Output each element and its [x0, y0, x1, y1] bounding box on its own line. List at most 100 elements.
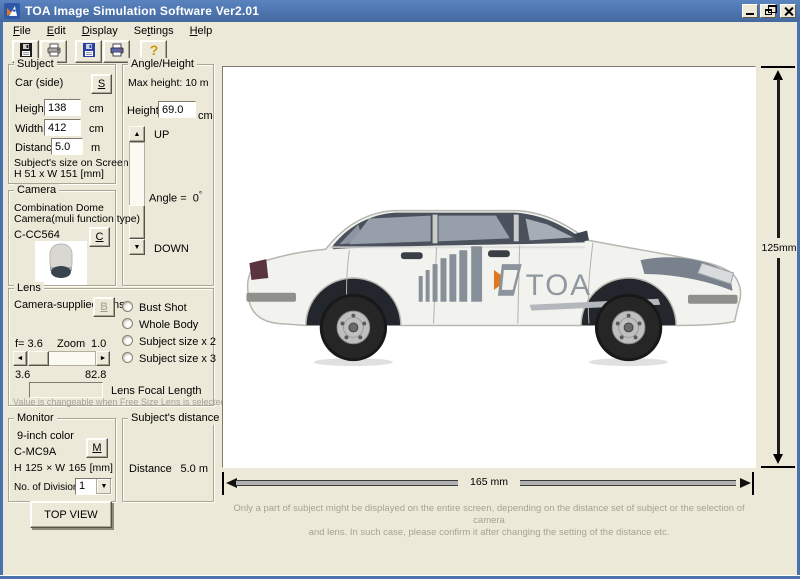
menu-help[interactable]: Help — [182, 23, 221, 40]
window-title: TOA Image Simulation Software Ver2.01 — [25, 4, 740, 18]
menu-file-key: F — [13, 25, 20, 37]
radio-bust-shot[interactable] — [122, 301, 133, 312]
dropdown-arrow-icon: ▼ — [101, 483, 108, 490]
monitor-select-button[interactable]: M — [86, 438, 108, 458]
angle-height-legend: Angle/Height — [128, 58, 197, 71]
angle-readout: Angle = 0° — [149, 189, 202, 205]
menu-settings-pre: Se — [134, 25, 147, 37]
subject-select-button[interactable]: S — [91, 74, 112, 94]
zoom-range-max: 82.8 — [85, 369, 106, 381]
focal-f-label: f= 3.6 — [15, 338, 43, 350]
width-dim-right-arrow-icon — [740, 478, 751, 488]
zoom-range-min: 3.6 — [15, 369, 30, 381]
minimize-icon — [746, 13, 754, 15]
camera-select-label: C — [96, 231, 104, 243]
monitor-size-w-label: × W — [46, 462, 65, 474]
subject-select-label: S — [98, 78, 105, 90]
camera-height-input[interactable] — [158, 101, 196, 118]
scroll-left-button[interactable]: ◄ — [13, 351, 27, 366]
subject-width-input[interactable] — [44, 119, 81, 136]
angle-height-panel: Angle/Height Max height: 10 m Height cm … — [122, 64, 214, 286]
subject-distance-input[interactable] — [51, 138, 83, 155]
radio-subject-x3[interactable] — [122, 352, 133, 363]
monitor-select-label: M — [92, 442, 101, 454]
scroll-right-button[interactable]: ► — [96, 351, 110, 366]
app-window: { "window": { "title": "TOA Image Simula… — [0, 0, 800, 579]
lens-select-button[interactable]: B — [93, 297, 115, 317]
subject-panel: Subject Car (side) S Height cm Width cm … — [8, 64, 116, 184]
subject-height-input[interactable] — [44, 99, 81, 116]
radio-bust-shot-label[interactable]: Bust Shot — [139, 302, 187, 314]
toolbar-print-color-button[interactable] — [103, 40, 130, 63]
menu-file[interactable]: File — [5, 23, 39, 40]
camera-desc-line2: Camera(muli function type) — [14, 213, 140, 225]
monitor-size-h-value: 125 — [25, 462, 43, 474]
monitor-panel: Monitor 9-inch color C-MC9A M H 125 × W … — [8, 418, 116, 502]
divisions-value[interactable]: 1 — [76, 479, 96, 494]
monitor-size-unit: [mm] — [90, 462, 113, 474]
monitor-size-h-label: H — [14, 462, 22, 474]
dome-camera-image — [35, 241, 87, 285]
radio-subject-x2-label[interactable]: Subject size x 2 — [139, 336, 216, 348]
menu-edit[interactable]: Edit — [39, 23, 74, 40]
toolbar-save-color-button[interactable] — [75, 40, 102, 63]
restore-button[interactable] — [760, 4, 776, 18]
top-view-label: TOP VIEW — [44, 509, 97, 521]
menu-edit-key: E — [47, 25, 54, 37]
angle-degree-symbol: ° — [199, 190, 202, 199]
lens-panel: Lens Camera-supplied Lens B Bust Shot Wh… — [8, 288, 214, 406]
zoom-scroll-thumb[interactable] — [28, 351, 49, 366]
title-bar: TOA Image Simulation Software Ver2.01 — [0, 0, 800, 22]
save-color-icon — [81, 42, 97, 61]
app-logo-icon — [4, 3, 20, 19]
print-color-icon — [109, 42, 125, 61]
height-dim-down-arrow-icon — [773, 454, 783, 464]
monitor-type: 9-inch color — [17, 430, 74, 442]
menu-display-post: isplay — [90, 25, 118, 37]
scroll-down-button[interactable]: ▼ — [129, 239, 145, 255]
footer-line1: Only a part of subject might be displaye… — [222, 503, 756, 527]
width-dim-label: 165 mm — [460, 476, 518, 488]
footer-line2: and lens. In such case, please confirm i… — [222, 527, 756, 539]
window-border-left — [0, 22, 3, 575]
camera-select-button[interactable]: C — [89, 227, 110, 247]
monitor-size-row: H 125 × W 165 [mm] — [14, 462, 113, 474]
zoom-value: 1.0 — [91, 338, 106, 350]
subject-size-note2: H 51 x W 151 [mm] — [14, 168, 104, 180]
radio-whole-body-label[interactable]: Whole Body — [139, 319, 198, 331]
right-arrow-icon: ► — [100, 355, 107, 362]
footer-note: Only a part of subject might be displaye… — [222, 503, 756, 539]
restore-icon — [765, 9, 772, 15]
monitor-model: C-MC9A — [14, 446, 56, 458]
lens-legend: Lens — [14, 282, 44, 295]
subject-width-unit: cm — [89, 123, 104, 135]
height-scrollbar[interactable]: ▲ ▼ — [129, 126, 145, 256]
svg-text:TOA: TOA — [526, 269, 592, 302]
radio-subject-x3-label[interactable]: Subject size x 3 — [139, 353, 216, 365]
zoom-scrollbar[interactable]: ◄ ► — [13, 351, 110, 366]
menu-help-key: H — [190, 25, 198, 37]
subject-legend: Subject — [14, 58, 57, 71]
width-dimension: 165 mm — [222, 472, 756, 496]
menu-settings[interactable]: Settings — [126, 23, 182, 40]
subject-height-label: Height — [15, 103, 47, 115]
top-view-button[interactable]: TOP VIEW — [30, 501, 112, 528]
subject-distance-legend: Subject's distance — [128, 412, 222, 425]
menu-edit-post: dit — [54, 25, 66, 37]
display-area: TOA — [222, 66, 756, 468]
close-button[interactable] — [780, 4, 796, 18]
angle-label: Angle = — [149, 193, 187, 205]
height-dim-line-top — [777, 79, 780, 238]
menu-display[interactable]: Display — [74, 23, 126, 40]
camera-panel: Camera Combination Dome Camera(muli func… — [8, 190, 116, 286]
lens-select-label: B — [100, 301, 107, 313]
height-dim-label: 125mm — [758, 242, 800, 254]
divisions-dropdown-button[interactable]: ▼ — [96, 479, 111, 494]
minimize-button[interactable] — [742, 4, 758, 18]
camera-height-unit: cm — [198, 110, 213, 122]
divisions-combobox[interactable]: 1 ▼ — [75, 478, 112, 495]
subject-distance-panel: Subject's distance Distance 5.0 m — [122, 418, 214, 502]
scroll-up-button[interactable]: ▲ — [129, 126, 145, 142]
radio-subject-x2[interactable] — [122, 335, 133, 346]
radio-whole-body[interactable] — [122, 318, 133, 329]
